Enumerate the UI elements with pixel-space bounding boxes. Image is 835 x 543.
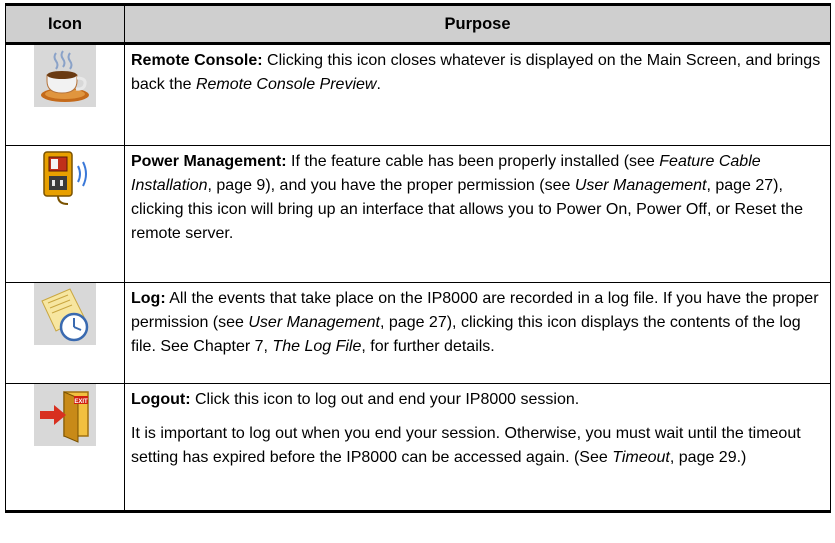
icon-cell: EXIT [5, 383, 125, 513]
coffee-cup-icon[interactable] [34, 45, 96, 107]
table-row: Log: All the events that take place on t… [5, 282, 831, 384]
term-power-management: Power Management: [131, 153, 287, 170]
table-row: Remote Console: Clicking this icon close… [5, 43, 831, 146]
desc-ref: User Management [248, 314, 380, 331]
desc-text: . [376, 76, 381, 93]
desc-text: Click this icon to log out and end your … [190, 391, 580, 408]
purpose-cell: Log: All the events that take place on t… [124, 282, 831, 384]
table-header-row: Icon Purpose [5, 3, 831, 45]
header-purpose: Purpose [124, 3, 831, 45]
desc-text: , page 9), and you have the proper permi… [207, 177, 575, 194]
icon-purpose-table: Icon Purpose Remote Console: Clicking th… [5, 3, 831, 513]
remote-console-description: Remote Console: Clicking this icon close… [131, 49, 824, 97]
term-remote-console: Remote Console: [131, 52, 263, 69]
logout-description: Logout: Click this icon to log out and e… [131, 388, 824, 412]
desc-text: If the feature cable has been properly i… [286, 153, 660, 170]
term-logout: Logout: [131, 391, 191, 408]
desc-text: , page 29.) [669, 449, 747, 466]
icon-cell [5, 43, 125, 146]
desc-ref: Timeout [612, 449, 670, 466]
icon-cell [5, 282, 125, 384]
log-clock-icon[interactable] [34, 283, 96, 345]
purpose-cell: Power Management: If the feature cable h… [124, 145, 831, 283]
desc-ref: Remote Console Preview [195, 76, 377, 93]
icon-cell [5, 145, 125, 283]
table-row: EXIT Logout: Click this icon to log out … [5, 383, 831, 513]
power-management-description: Power Management: If the feature cable h… [131, 150, 824, 246]
desc-text: , for further details. [361, 338, 495, 355]
log-description: Log: All the events that take place on t… [131, 287, 824, 359]
purpose-cell: Remote Console: Clicking this icon close… [124, 43, 831, 146]
table-row: Power Management: If the feature cable h… [5, 145, 831, 283]
power-management-icon[interactable] [34, 146, 96, 208]
term-log: Log: [131, 290, 166, 307]
document-page: Icon Purpose Remote Console: Clicking th… [0, 0, 835, 543]
logout-exit-icon[interactable]: EXIT [34, 384, 96, 446]
logout-note: It is important to log out when you end … [131, 422, 824, 470]
desc-ref: The Log File [272, 338, 362, 355]
desc-ref: User Management [574, 177, 707, 194]
header-icon: Icon [5, 3, 125, 45]
purpose-cell: Logout: Click this icon to log out and e… [124, 383, 831, 513]
exit-sign-text: EXIT [74, 399, 88, 405]
